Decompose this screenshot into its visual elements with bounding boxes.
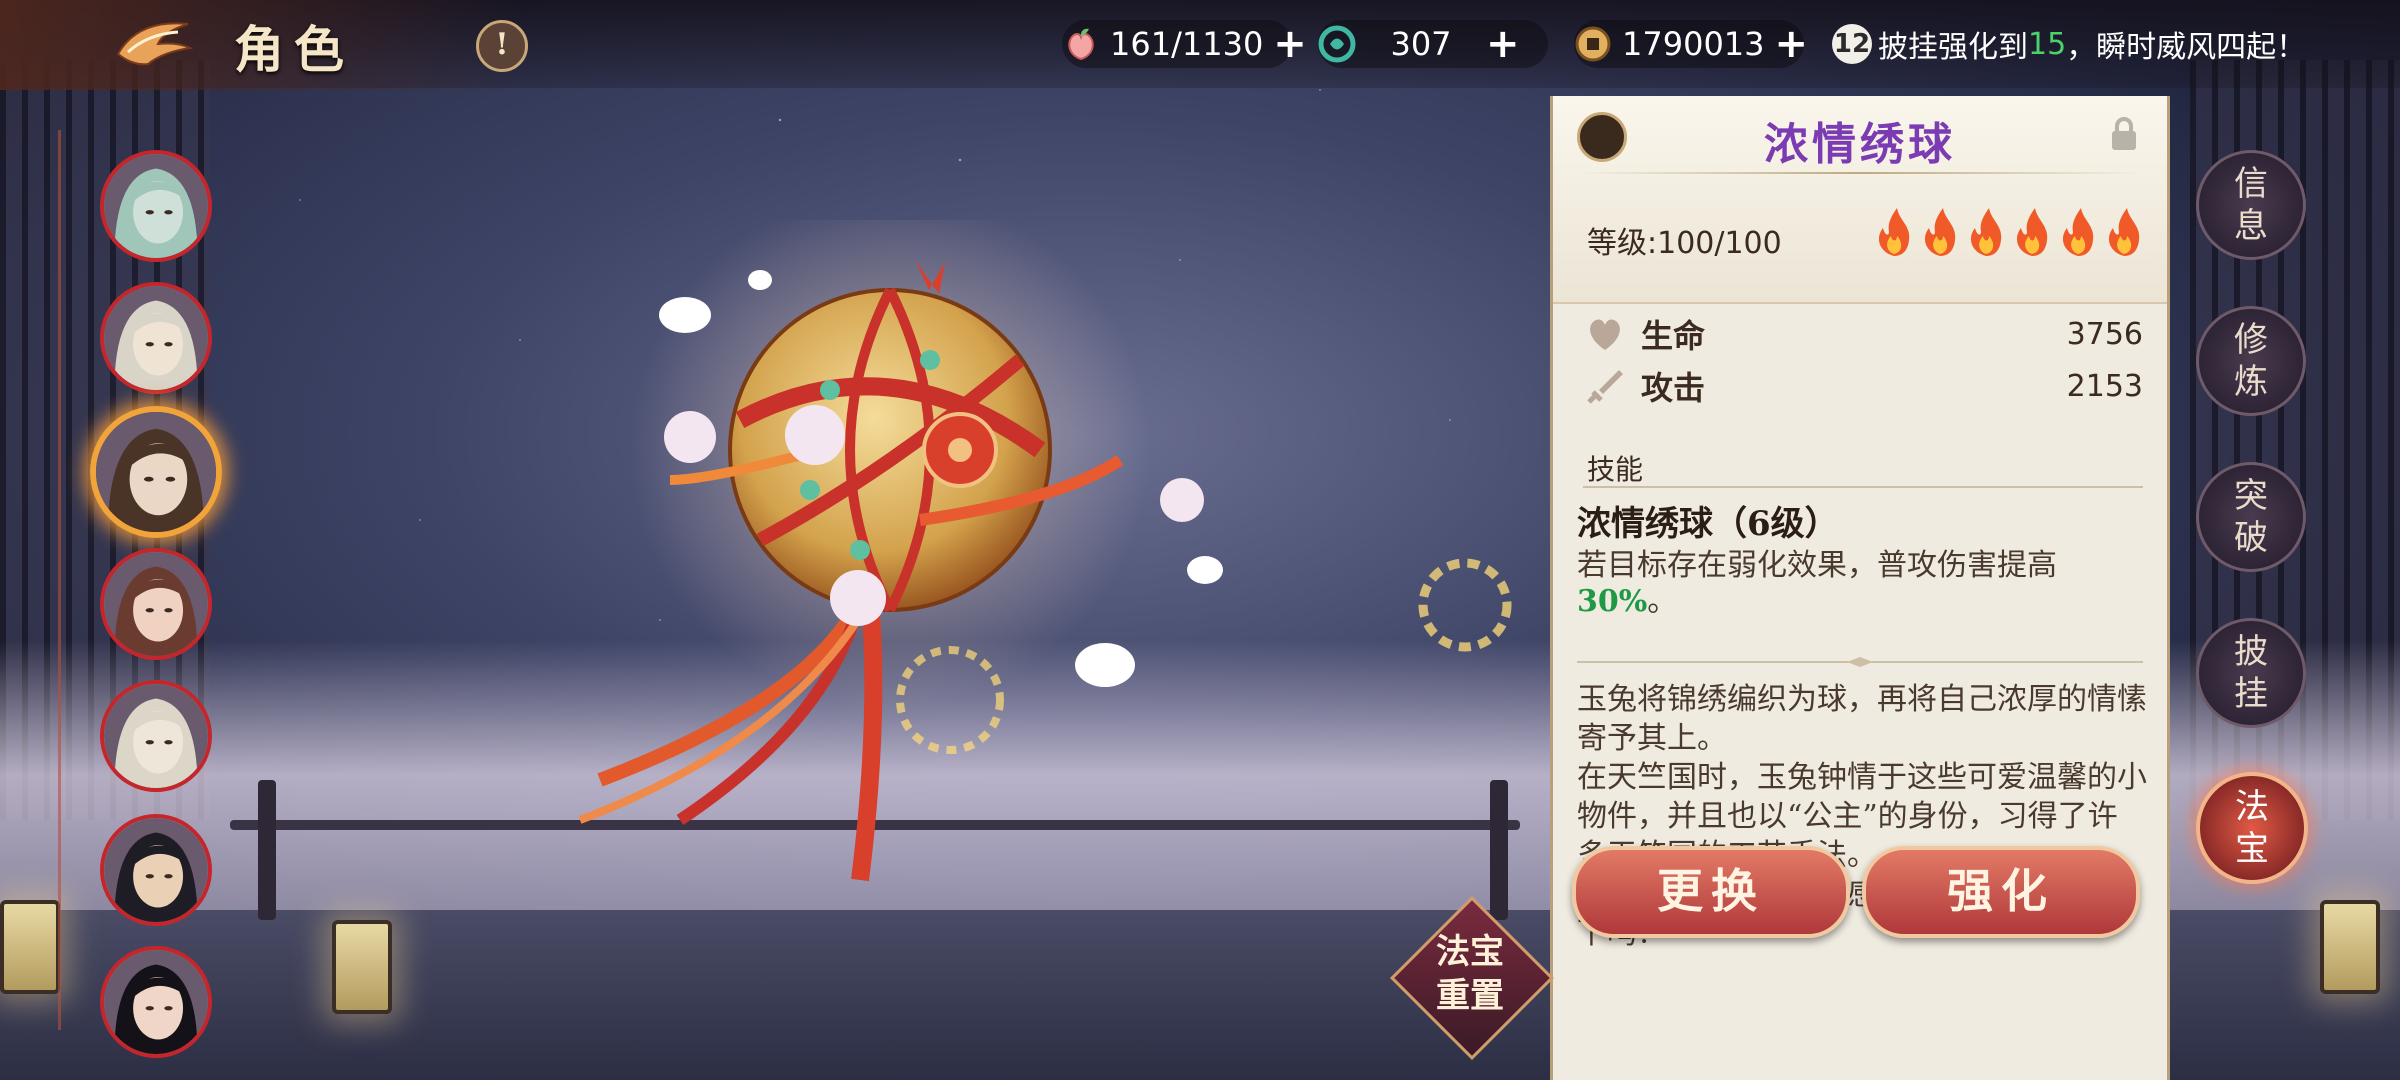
skill-section-label: 技能 [1587, 453, 1644, 486]
tab-label: 突破 [2234, 476, 2268, 558]
back-wing-icon[interactable] [108, 14, 198, 74]
character-avatar [104, 286, 208, 390]
peach-count: 161/1130 [1110, 25, 1264, 63]
ring-sparkle-icon [1418, 558, 1512, 652]
add-jade-button[interactable]: + [1486, 21, 1520, 67]
flame-star-icon [2062, 208, 2094, 256]
stat-label: 攻击 [1641, 369, 1706, 407]
resource-jade: 307 + [1318, 20, 1520, 68]
jade-count: 307 [1390, 25, 1452, 63]
peach-icon [1068, 28, 1094, 61]
enhance-button[interactable]: 强化 [1862, 846, 2140, 938]
railing-post [1490, 780, 1508, 920]
ornament-divider [1577, 657, 2143, 667]
character-avatar [104, 950, 208, 1054]
stat-value: 2153 [2066, 368, 2143, 404]
skill-name: 浓情绣球（6级） [1577, 504, 1839, 544]
skill-percent: 30% [1577, 584, 1648, 619]
treasure-illustration [578, 220, 1223, 882]
lock-icon[interactable] [2109, 116, 2139, 152]
tab-label: 信息 [2234, 164, 2268, 246]
character-portrait-1[interactable] [100, 150, 212, 262]
tip-highlight: 15 [2028, 26, 2067, 62]
tab-label: 修炼 [2234, 320, 2268, 402]
lantern-icon [0, 900, 60, 994]
character-avatar [104, 154, 208, 258]
flame-star-icon [1970, 208, 2002, 256]
resource-coin: 1790013 + [1574, 20, 1808, 68]
copper-coin-icon [1575, 26, 1611, 62]
level-label: 等级:100/100 [1587, 226, 1782, 261]
reset-line-2: 重置 [1436, 976, 1504, 1016]
tab-cultivate[interactable]: 修炼 [2196, 306, 2306, 416]
tab-armor[interactable]: 披挂 [2196, 618, 2306, 728]
character-avatar [104, 552, 208, 656]
resource-peach: 161/1130 + [1062, 20, 1307, 68]
railing-post [258, 780, 276, 920]
replace-button[interactable]: 更换 [1572, 846, 1850, 938]
tab-treasure[interactable]: 法宝 [2196, 772, 2308, 884]
character-portrait-2[interactable] [100, 282, 212, 394]
flame-star-icon [1878, 208, 1910, 256]
lantern-icon [332, 920, 392, 1014]
character-portrait-7[interactable] [100, 946, 212, 1058]
star-rating [1873, 206, 2145, 258]
tab-label: 披挂 [2234, 632, 2268, 714]
add-peach-button[interactable]: + [1273, 21, 1307, 67]
title-divider [1579, 172, 2141, 174]
stat-label: 生命 [1641, 317, 1706, 355]
skill-divider [1583, 486, 2143, 488]
page-title: 角色 [234, 20, 354, 79]
skill-description: 若目标存在弱化效果，普攻伤害提高 30%。 [1577, 548, 2143, 620]
add-coin-button[interactable]: + [1775, 21, 1809, 67]
flame-star-icon [2108, 208, 2140, 256]
character-portrait-3[interactable] [90, 406, 222, 538]
treasure-name: 浓情绣球 [1764, 119, 1956, 170]
character-portrait-6[interactable] [100, 814, 212, 926]
tip-prefix: 披挂强化到 [1878, 30, 2028, 65]
heart-icon [1590, 319, 1620, 350]
tab-label: 法宝 [2235, 787, 2269, 869]
tip-badge: 12 [1832, 24, 1872, 64]
lantern-icon [2320, 900, 2380, 994]
stat-row-attack: 攻击 2153 [1585, 364, 2143, 408]
treasure-reset-label: 法宝 重置 [1420, 930, 1520, 1018]
sword-icon [1587, 370, 1623, 404]
character-avatar [104, 818, 208, 922]
skill-desc-text: 若目标存在弱化效果，普攻伤害提高 [1577, 548, 2057, 583]
tip-suffix: ，瞬时威风四起！ [2066, 30, 2307, 65]
flame-star-icon [1924, 208, 1956, 256]
portrait-rail [58, 130, 61, 1030]
character-portrait-5[interactable] [100, 680, 212, 792]
panel-header: 浓情绣球 等级:100/100 [1553, 96, 2167, 304]
stat-row-hp: 生命 3756 [1585, 312, 2143, 356]
tab-info[interactable]: 信息 [2196, 150, 2306, 260]
info-button[interactable]: ! [476, 20, 528, 72]
tip-banner[interactable]: 12 披挂强化到 15 ，瞬时威风四起！ [1832, 18, 2306, 70]
reset-line-1: 法宝 [1436, 932, 1504, 972]
stat-value: 3756 [2066, 316, 2143, 352]
coin-count: 1790013 [1622, 25, 1765, 63]
flame-star-icon [2016, 208, 2048, 256]
jade-coin-icon [1318, 25, 1356, 63]
character-avatar [96, 412, 216, 532]
tab-breakthrough[interactable]: 突破 [2196, 462, 2306, 572]
skill-desc-end: 。 [1647, 584, 1678, 619]
character-avatar [104, 684, 208, 788]
character-portrait-4[interactable] [100, 548, 212, 660]
